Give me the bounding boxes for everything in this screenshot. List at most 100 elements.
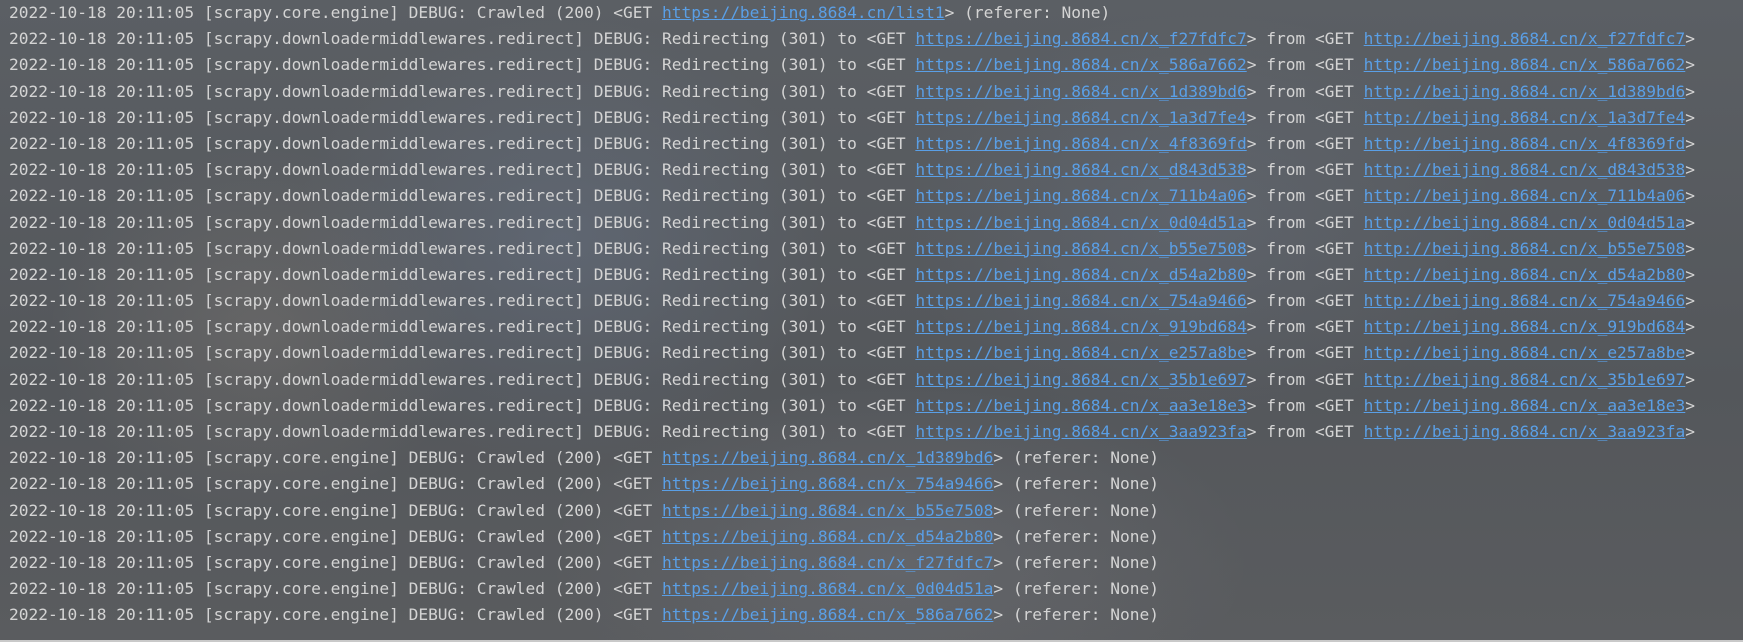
log-url-link[interactable]: http://beijing.8684.cn/x_d54a2b80 <box>1364 265 1686 284</box>
log-text: > from <GET <box>1246 317 1364 337</box>
log-url-link[interactable]: https://beijing.8684.cn/x_0d04d51a <box>662 579 993 598</box>
log-text: > (referer: None) <box>993 552 1160 572</box>
log-line: 2022-10-18 20:11:05 [scrapy.core.engine]… <box>9 445 1695 471</box>
log-url-link[interactable]: https://beijing.8684.cn/x_1d389bd6 <box>915 82 1246 101</box>
log-line: 2022-10-18 20:11:05 [scrapy.downloadermi… <box>9 236 1695 262</box>
log-url-link[interactable]: http://beijing.8684.cn/x_3aa923fa <box>1364 422 1686 441</box>
log-text: 2022-10-18 20:11:05 [scrapy.downloadermi… <box>9 343 916 363</box>
log-text: > from <GET <box>1246 369 1364 389</box>
log-url-link[interactable]: https://beijing.8684.cn/x_754a9466 <box>915 291 1246 310</box>
log-text: > from <GET <box>1246 264 1364 284</box>
log-text: 2022-10-18 20:11:05 [scrapy.downloadermi… <box>9 369 916 389</box>
log-url-link[interactable]: https://beijing.8684.cn/x_754a9466 <box>662 474 993 493</box>
log-url-link[interactable]: https://beijing.8684.cn/x_e257a8be <box>915 343 1246 362</box>
log-url-link[interactable]: https://beijing.8684.cn/x_3aa923fa <box>915 422 1246 441</box>
log-text: > <box>1685 291 1696 311</box>
log-url-link[interactable]: https://beijing.8684.cn/x_aa3e18e3 <box>915 396 1246 415</box>
log-url-link[interactable]: http://beijing.8684.cn/x_711b4a06 <box>1364 186 1686 205</box>
log-line: 2022-10-18 20:11:05 [scrapy.downloadermi… <box>9 393 1695 419</box>
log-text: > from <GET <box>1246 55 1364 75</box>
log-text: > from <GET <box>1246 29 1364 49</box>
log-url-link[interactable]: https://beijing.8684.cn/x_711b4a06 <box>915 186 1246 205</box>
log-url-link[interactable]: http://beijing.8684.cn/x_0d04d51a <box>1364 213 1686 232</box>
console-output-panel[interactable]: 2022-10-18 20:11:05 [scrapy.core.engine]… <box>0 0 1743 642</box>
log-text: > from <GET <box>1246 133 1364 153</box>
log-text: > <box>1685 317 1696 337</box>
log-url-link[interactable]: https://beijing.8684.cn/x_d843d538 <box>915 160 1246 179</box>
log-text: > <box>1685 133 1696 153</box>
log-text: > <box>1685 186 1696 206</box>
log-text: 2022-10-18 20:11:05 [scrapy.core.engine]… <box>9 474 662 494</box>
log-url-link[interactable]: https://beijing.8684.cn/list1 <box>662 3 945 22</box>
log-text: > (referer: None) <box>993 474 1160 494</box>
log-text: > <box>1685 29 1696 49</box>
log-line: 2022-10-18 20:11:05 [scrapy.downloadermi… <box>9 262 1695 288</box>
log-url-link[interactable]: http://beijing.8684.cn/x_f27fdfc7 <box>1364 29 1686 48</box>
log-text: 2022-10-18 20:11:05 [scrapy.downloadermi… <box>9 212 916 232</box>
log-text: > <box>1685 343 1696 363</box>
log-url-link[interactable]: http://beijing.8684.cn/x_aa3e18e3 <box>1364 396 1686 415</box>
log-url-link[interactable]: https://beijing.8684.cn/x_f27fdfc7 <box>662 553 993 572</box>
log-text: 2022-10-18 20:11:05 [scrapy.downloadermi… <box>9 160 916 180</box>
log-line: 2022-10-18 20:11:05 [scrapy.downloadermi… <box>9 367 1695 393</box>
log-text: > from <GET <box>1246 186 1364 206</box>
log-line: 2022-10-18 20:11:05 [scrapy.downloadermi… <box>9 340 1695 366</box>
log-url-link[interactable]: http://beijing.8684.cn/x_b55e7508 <box>1364 239 1686 258</box>
log-line: 2022-10-18 20:11:05 [scrapy.core.engine]… <box>9 524 1695 550</box>
log-text: > <box>1685 212 1696 232</box>
log-url-link[interactable]: https://beijing.8684.cn/x_586a7662 <box>915 55 1246 74</box>
log-text: > from <GET <box>1246 291 1364 311</box>
log-text: 2022-10-18 20:11:05 [scrapy.core.engine]… <box>9 605 662 625</box>
log-url-link[interactable]: https://beijing.8684.cn/x_d54a2b80 <box>662 527 993 546</box>
log-text: > from <GET <box>1246 107 1364 127</box>
log-text: 2022-10-18 20:11:05 [scrapy.downloadermi… <box>9 422 916 441</box>
log-text: > <box>1685 55 1696 75</box>
log-url-link[interactable]: https://beijing.8684.cn/x_586a7662 <box>662 605 993 624</box>
log-text: > (referer: None) <box>993 605 1160 625</box>
log-text: 2022-10-18 20:11:05 [scrapy.downloadermi… <box>9 317 916 337</box>
log-url-link[interactable]: https://beijing.8684.cn/x_f27fdfc7 <box>915 29 1246 48</box>
log-text: 2022-10-18 20:11:05 [scrapy.downloadermi… <box>9 291 916 311</box>
log-url-link[interactable]: https://beijing.8684.cn/x_919bd684 <box>915 317 1246 336</box>
log-text: > from <GET <box>1246 212 1364 232</box>
log-url-link[interactable]: https://beijing.8684.cn/x_b55e7508 <box>915 239 1246 258</box>
log-url-link[interactable]: https://beijing.8684.cn/x_0d04d51a <box>915 213 1246 232</box>
log-url-link[interactable]: http://beijing.8684.cn/x_4f8369fd <box>1364 134 1686 153</box>
log-url-link[interactable]: https://beijing.8684.cn/x_35b1e697 <box>915 370 1246 389</box>
log-line: 2022-10-18 20:11:05 [scrapy.downloadermi… <box>9 131 1695 157</box>
log-line: 2022-10-18 20:11:05 [scrapy.core.engine]… <box>9 602 1695 628</box>
log-text: > (referer: None) <box>993 579 1160 599</box>
log-url-link[interactable]: https://beijing.8684.cn/x_b55e7508 <box>662 501 993 520</box>
log-url-link[interactable]: http://beijing.8684.cn/x_1d389bd6 <box>1364 82 1686 101</box>
log-text: 2022-10-18 20:11:05 [scrapy.downloadermi… <box>9 395 916 415</box>
log-line: 2022-10-18 20:11:05 [scrapy.core.engine]… <box>9 0 1695 26</box>
log-url-link[interactable]: http://beijing.8684.cn/x_d843d538 <box>1364 160 1686 179</box>
log-text: > <box>1685 264 1696 284</box>
log-url-link[interactable]: http://beijing.8684.cn/x_919bd684 <box>1364 317 1686 336</box>
log-url-link[interactable]: https://beijing.8684.cn/x_4f8369fd <box>915 134 1246 153</box>
log-text: > <box>1685 238 1696 258</box>
log-text: > <box>1685 395 1696 415</box>
log-url-link[interactable]: http://beijing.8684.cn/x_586a7662 <box>1364 55 1686 74</box>
log-text: > <box>1685 81 1696 101</box>
log-line: 2022-10-18 20:11:05 [scrapy.downloadermi… <box>9 183 1695 209</box>
log-url-link[interactable]: https://beijing.8684.cn/x_d54a2b80 <box>915 265 1246 284</box>
log-line: 2022-10-18 20:11:05 [scrapy.core.engine]… <box>9 498 1695 524</box>
log-url-link[interactable]: https://beijing.8684.cn/x_1d389bd6 <box>662 448 993 467</box>
log-text: > (referer: None) <box>944 3 1111 22</box>
log-url-link[interactable]: http://beijing.8684.cn/x_e257a8be <box>1364 343 1686 362</box>
log-text: 2022-10-18 20:11:05 [scrapy.downloadermi… <box>9 81 916 101</box>
log-text: 2022-10-18 20:11:05 [scrapy.downloadermi… <box>9 186 916 206</box>
log-line: 2022-10-18 20:11:05 [scrapy.downloadermi… <box>9 105 1695 131</box>
log-url-link[interactable]: http://beijing.8684.cn/x_754a9466 <box>1364 291 1686 310</box>
log-line: 2022-10-18 20:11:05 [scrapy.core.engine]… <box>9 550 1695 576</box>
log-url-link[interactable]: https://beijing.8684.cn/x_1a3d7fe4 <box>915 108 1246 127</box>
log-text: > from <GET <box>1246 395 1364 415</box>
log-text: 2022-10-18 20:11:05 [scrapy.core.engine]… <box>9 3 662 22</box>
log-text: > from <GET <box>1246 343 1364 363</box>
log-text: > <box>1685 107 1696 127</box>
log-line: 2022-10-18 20:11:05 [scrapy.downloadermi… <box>9 210 1695 236</box>
log-url-link[interactable]: http://beijing.8684.cn/x_1a3d7fe4 <box>1364 108 1686 127</box>
log-line: 2022-10-18 20:11:05 [scrapy.downloadermi… <box>9 26 1695 52</box>
log-url-link[interactable]: http://beijing.8684.cn/x_35b1e697 <box>1364 370 1686 389</box>
